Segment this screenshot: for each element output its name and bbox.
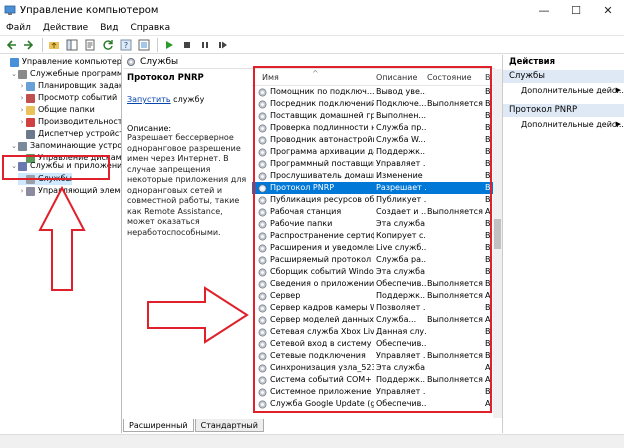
annotation-arrow-right — [147, 286, 249, 344]
annotation-arrow-up — [38, 185, 86, 291]
annotation-arrows — [38, 185, 249, 344]
